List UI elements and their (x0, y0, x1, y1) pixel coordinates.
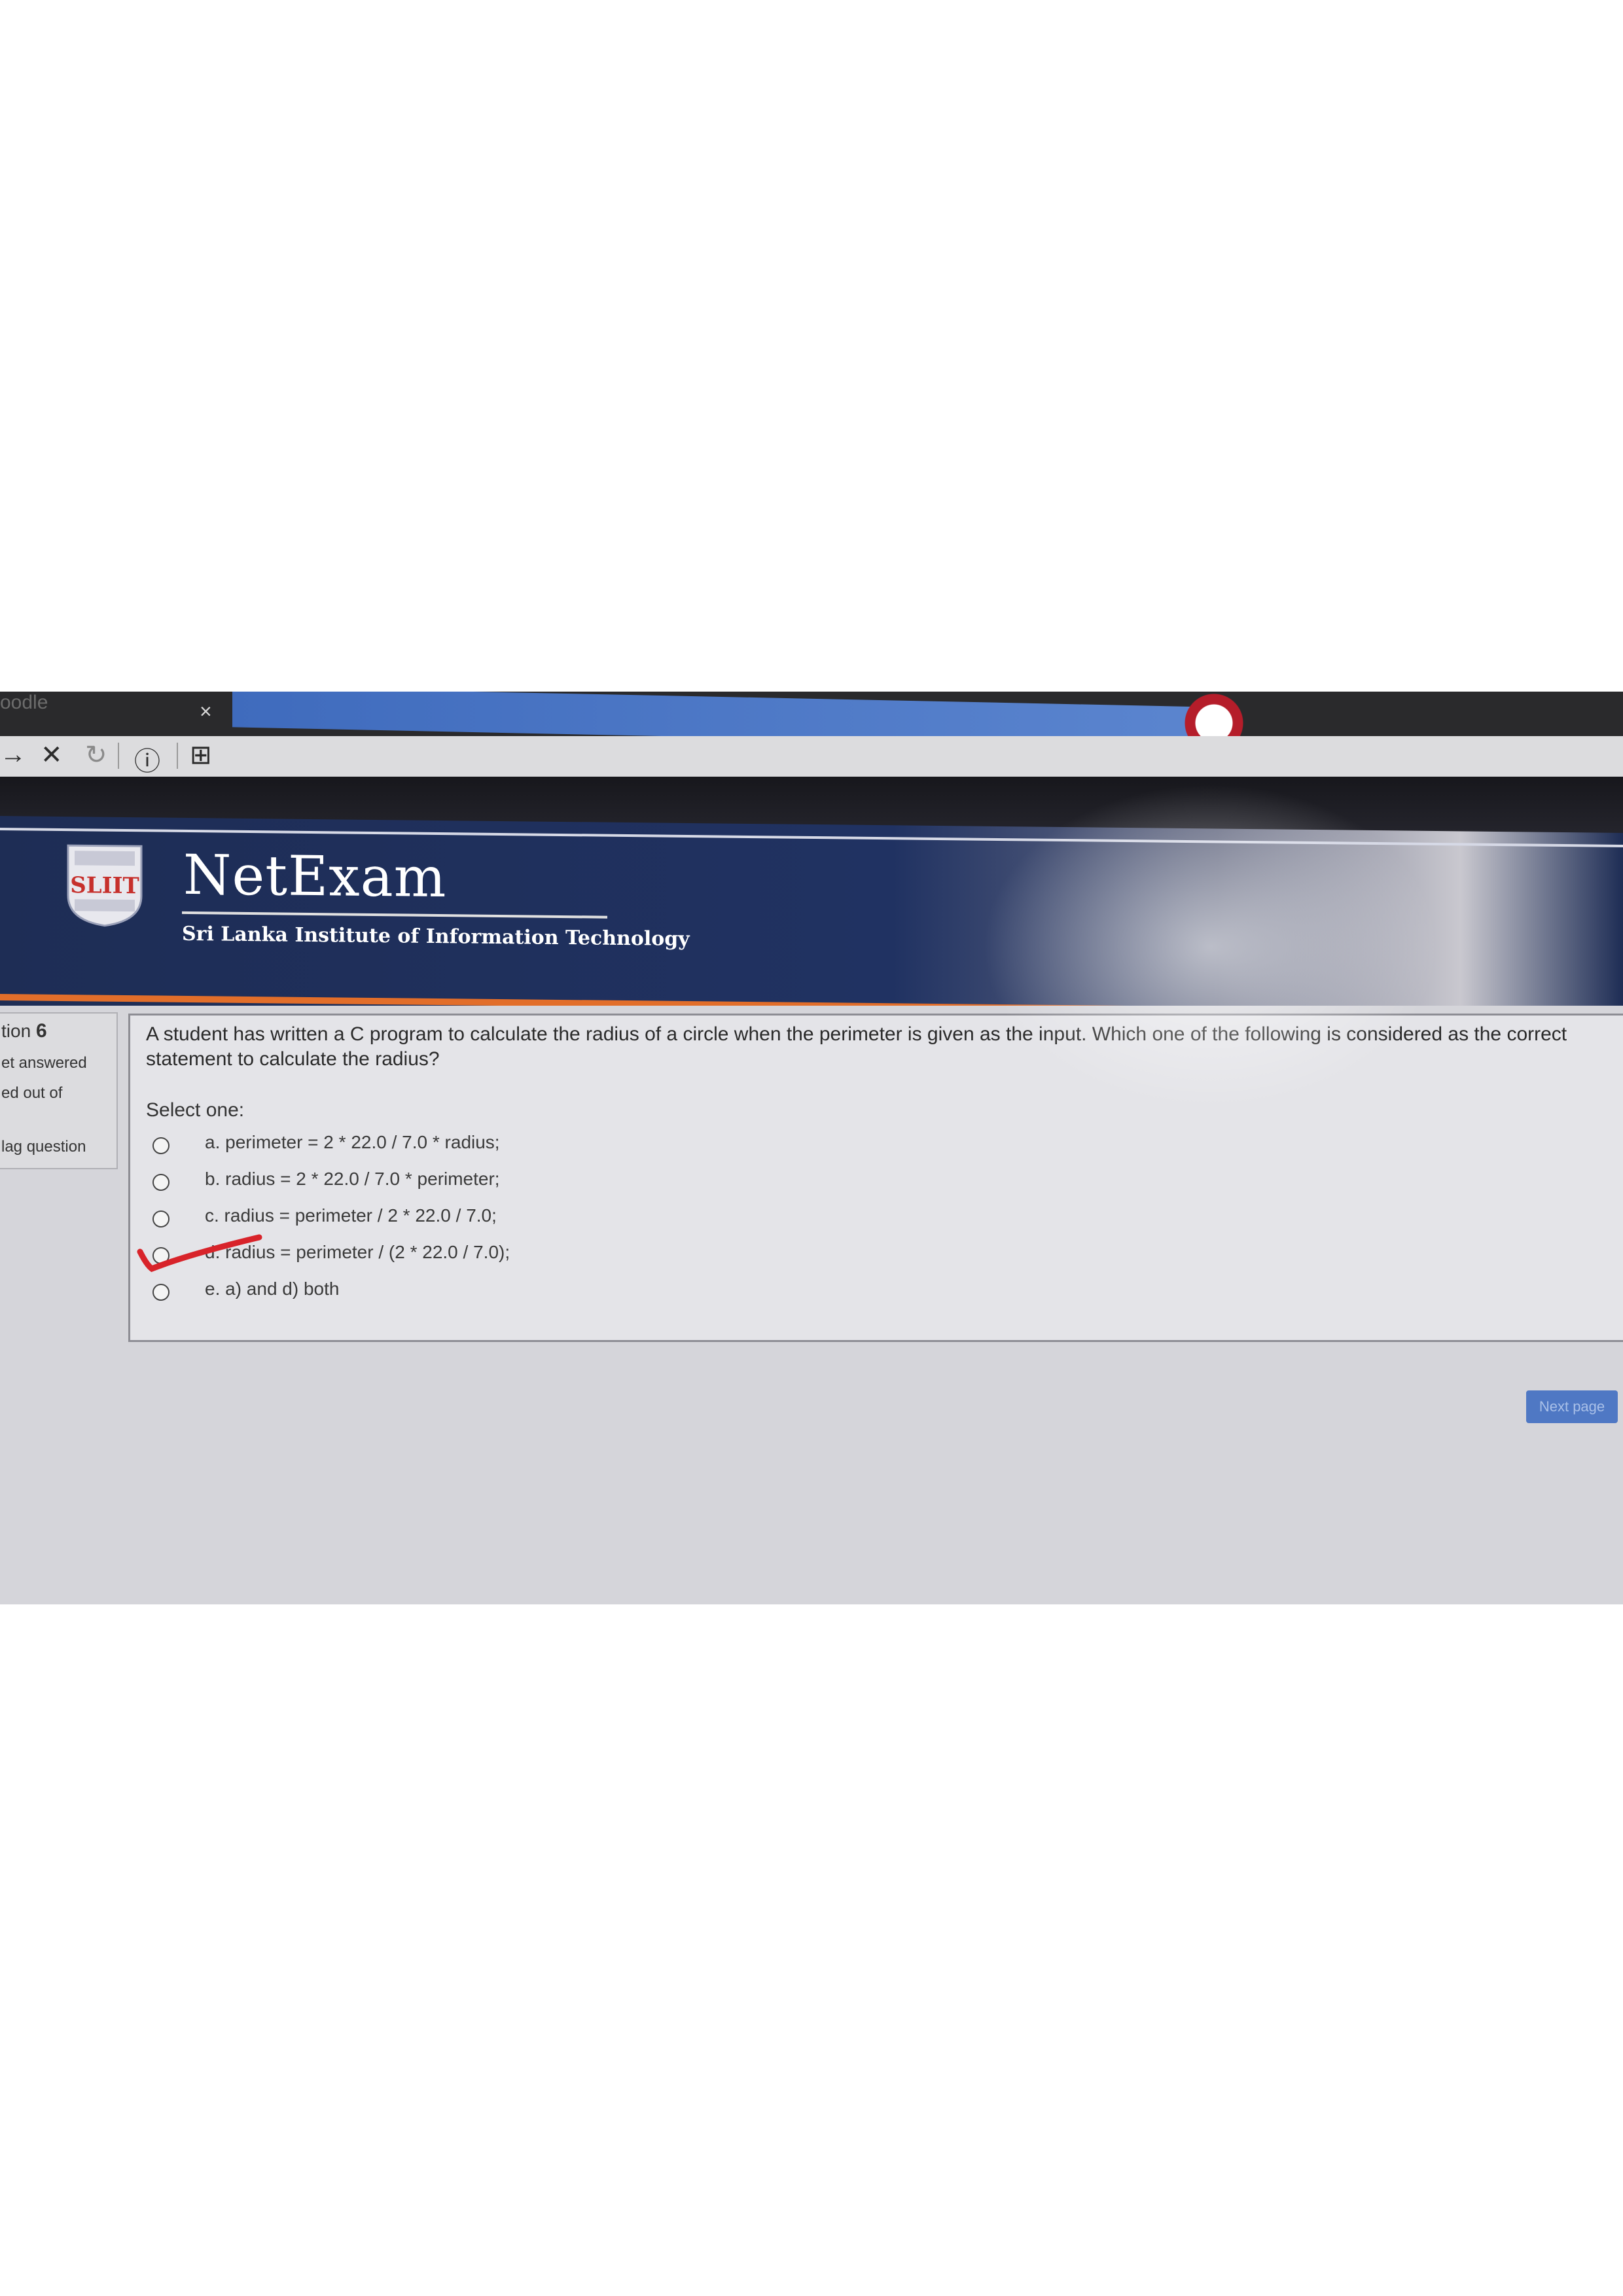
site-title: NetExam (183, 842, 447, 910)
question-text: A student has written a C program to cal… (146, 1023, 1567, 1070)
quiz-content: tion 6 et answered ed out of lag questio… (0, 1006, 1623, 1604)
option-label: e. a) and d) both (205, 1279, 340, 1299)
toolbar-divider (118, 743, 119, 769)
select-one-label: Select one: (146, 1099, 245, 1121)
flag-question-link[interactable]: lag question (1, 1138, 86, 1156)
red-checkmark-icon (137, 1234, 262, 1273)
sliit-logo-icon: SLIIT (67, 844, 143, 927)
browser-tab-bar: oodle × (0, 692, 1623, 748)
tab-title[interactable]: oodle (0, 692, 48, 714)
toolbar-divider (177, 743, 178, 769)
radio-button[interactable] (152, 1174, 169, 1191)
option-label: b. radius = 2 * 22.0 / 7.0 * perimeter; (205, 1169, 500, 1189)
option-label: a. perimeter = 2 * 22.0 / 7.0 * radius; (205, 1132, 500, 1152)
info-icon[interactable]: ⓘ (134, 740, 160, 778)
question-number-value: 6 (35, 1020, 47, 1042)
radio-button[interactable] (152, 1137, 169, 1154)
radio-button[interactable] (152, 1210, 169, 1227)
question-info-panel: tion 6 et answered ed out of lag questio… (0, 1012, 118, 1169)
radio-button[interactable] (152, 1284, 169, 1301)
question-mark: ed out of (1, 1084, 63, 1102)
stop-icon[interactable]: ✕ (41, 740, 63, 770)
question-label: tion (1, 1021, 31, 1041)
browser-toolbar: → ✕ ↻ ⓘ ⊞ (0, 736, 1623, 777)
page-icon[interactable]: ⊞ (190, 740, 212, 770)
question-number: tion 6 (1, 1020, 47, 1042)
forward-arrow-icon[interactable]: → (0, 740, 26, 769)
question-status: et answered (1, 1054, 87, 1072)
question-box: A student has written a C program to cal… (128, 1014, 1623, 1342)
next-page-button[interactable]: Next page (1526, 1390, 1618, 1423)
site-subtitle: Sri Lanka Institute of Information Techn… (182, 922, 690, 951)
option-label: c. radius = perimeter / 2 * 22.0 / 7.0; (205, 1205, 497, 1226)
tab-close-icon[interactable]: × (200, 699, 212, 724)
reload-icon[interactable]: ↻ (85, 740, 107, 770)
logo-text: SLIIT (70, 872, 139, 899)
netexam-header: SLIIT NetExam Sri Lanka Institute of Inf… (0, 816, 1623, 1023)
title-divider (182, 911, 607, 919)
photo-of-screen: oodle × → ✕ ↻ ⓘ ⊞ SLIIT NetExam Sri Lank… (0, 692, 1623, 1604)
